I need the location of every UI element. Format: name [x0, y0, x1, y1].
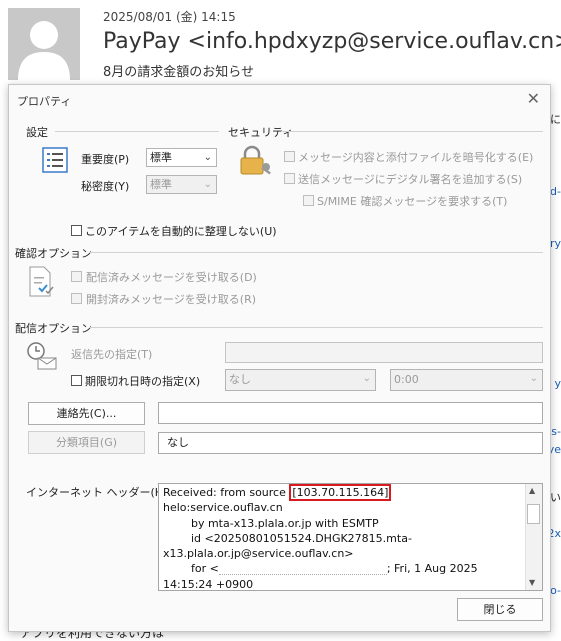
- read-receipt-label: 開封済みメッセージを受け取る(R): [86, 293, 257, 306]
- no-autoarchive-checkbox[interactable]: [71, 225, 82, 236]
- smime-checkbox[interactable]: [303, 195, 314, 206]
- chevron-down-icon: ⌄: [203, 179, 212, 190]
- divider: [89, 252, 543, 253]
- divider: [55, 131, 219, 132]
- contacts-input[interactable]: [158, 402, 543, 424]
- lock-icon: [238, 145, 274, 180]
- encrypt-label: メッセージ内容と添付ファイルを暗号化する(E): [298, 151, 534, 164]
- encrypt-checkbox[interactable]: [284, 151, 295, 162]
- tracking-heading: 確認オプション: [15, 247, 92, 260]
- divider: [89, 327, 543, 328]
- sensitivity-select[interactable]: 標準 ⌄: [146, 175, 217, 194]
- chevron-down-icon: ⌄: [362, 373, 371, 384]
- header-line: x13.plala.or.jp@service.ouflav.cn>: [163, 547, 354, 561]
- no-autoarchive-label: このアイテムを自動的に整理しない(U): [85, 225, 277, 238]
- header-line: 14:15:24 +0900: [163, 577, 254, 591]
- header-line: ; Fri, 1 Aug 2025: [386, 562, 478, 576]
- delivery-heading: 配信オプション: [15, 322, 92, 335]
- sensitivity-label: 秘密度(Y): [81, 180, 130, 193]
- bg-link-fragment[interactable]: ry: [550, 237, 561, 250]
- header-line: Received: from source: [163, 486, 290, 499]
- expires-checkbox[interactable]: [71, 375, 82, 386]
- close-button[interactable]: 閉じる: [457, 598, 543, 621]
- internet-headers-label: インターネット ヘッダー(H): [26, 486, 168, 499]
- source-ip-highlight: [103.70.115.164]: [289, 484, 392, 501]
- sign-label: 送信メッセージにデジタル署名を追加する(S): [298, 173, 523, 186]
- bg-link-fragment[interactable]: y: [554, 377, 561, 390]
- read-receipt-checkbox[interactable]: [71, 293, 82, 304]
- bg-text-fragment: に: [550, 113, 561, 126]
- bg-link-fragment[interactable]: o-: [550, 584, 561, 597]
- bg-link-fragment[interactable]: d-: [550, 185, 561, 198]
- email-subject: 8月の請求金額のお知らせ: [103, 65, 255, 80]
- header-line: id <20250801051524.DHGK27815.mta-: [163, 531, 412, 545]
- expires-date-select[interactable]: なし ⌄: [225, 369, 376, 391]
- divider: [281, 131, 543, 132]
- chevron-down-icon: ⌄: [203, 152, 212, 163]
- header-line: helo:service.ouflav.cn: [163, 501, 283, 515]
- categories-input[interactable]: なし: [158, 432, 543, 454]
- expires-time-select[interactable]: 0:00 ⌄: [390, 369, 543, 391]
- sign-checkbox[interactable]: [284, 173, 295, 184]
- scroll-down-icon[interactable]: ▼: [529, 578, 535, 587]
- sender-avatar: [8, 8, 80, 80]
- expires-time-value: 0:00: [394, 373, 419, 386]
- bg-link-fragment[interactable]: s-: [551, 425, 561, 438]
- close-icon[interactable]: ✕: [527, 89, 540, 108]
- smime-label: S/MIME 確認メッセージを要求する(T): [317, 195, 508, 208]
- header-line: by mta-x13.plala.or.jp with ESMTP: [163, 516, 379, 530]
- email-date: 2025/08/01 (金) 14:15: [103, 10, 236, 24]
- importance-label: 重要度(P): [81, 153, 130, 166]
- sensitivity-value: 標準: [150, 178, 172, 191]
- reply-to-label: 返信先の指定(T): [71, 348, 153, 361]
- importance-value: 標準: [150, 151, 172, 164]
- redacted-recipient: [218, 563, 387, 575]
- scroll-up-icon[interactable]: ▲: [529, 486, 535, 495]
- header-line: for <: [163, 562, 219, 576]
- internet-headers-textarea[interactable]: Received: from source [103.70.115.164] h…: [158, 483, 543, 591]
- dialog-title: プロパティ: [17, 95, 72, 108]
- categories-button[interactable]: 分類項目(G): [28, 431, 145, 454]
- vertical-scrollbar[interactable]: ▲ ▼: [525, 484, 542, 590]
- contacts-button[interactable]: 連絡先(C)...: [28, 402, 145, 425]
- properties-dialog: プロパティ ✕ 設定 重要度(P) 標準 ⌄ 秘密度(Y) 標準 ⌄ このアイテ…: [8, 84, 551, 632]
- chevron-down-icon: ⌄: [529, 373, 538, 384]
- internet-headers-text: Received: from source [103.70.115.164] h…: [163, 484, 525, 591]
- importance-select[interactable]: 標準 ⌄: [146, 148, 217, 167]
- email-sender: PayPay <info.hpdxyzp@service.ouflav.cn>: [103, 29, 561, 54]
- tracking-document-icon: [27, 266, 57, 301]
- settings-heading: 設定: [26, 126, 48, 139]
- reply-to-input[interactable]: [225, 342, 543, 363]
- delivery-receipt-checkbox[interactable]: [71, 271, 82, 282]
- settings-list-icon: [42, 147, 68, 176]
- scroll-thumb[interactable]: [527, 504, 540, 524]
- delivery-clock-icon: [26, 341, 58, 374]
- expires-label: 期限切れ日時の指定(X): [85, 375, 201, 388]
- security-heading: セキュリティ: [228, 126, 294, 139]
- delivery-receipt-label: 配信済みメッセージを受け取る(D): [86, 271, 257, 284]
- expires-date-value: なし: [229, 373, 251, 386]
